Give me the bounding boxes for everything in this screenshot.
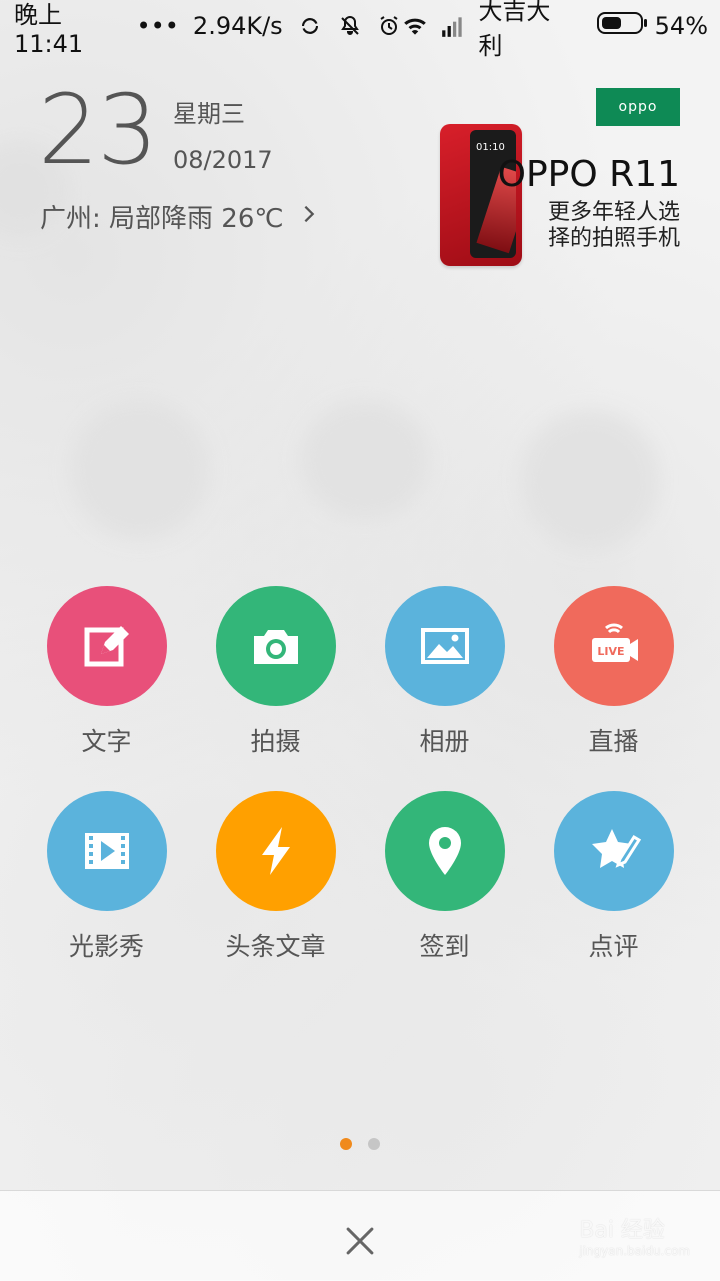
action-video-show[interactable]: 光影秀 (46, 791, 167, 996)
signal-icon (440, 12, 466, 40)
action-headline-article[interactable]: 头条文章 (215, 791, 336, 996)
close-button[interactable] (332, 1213, 388, 1269)
action-text-label: 文字 (81, 727, 132, 756)
weather-text: 广州: 局部降雨 26℃ (40, 204, 284, 234)
action-check-in-label: 签到 (419, 932, 470, 961)
status-more-dots: ••• (136, 12, 179, 40)
lightning-icon (261, 827, 290, 875)
review-icon (591, 829, 641, 868)
status-time: 晚上11:41 (14, 0, 84, 58)
mute-icon (337, 12, 363, 40)
baidu-watermark: Bai 经验 jingyan.baidu.com (579, 1212, 690, 1258)
action-album-circle (384, 586, 505, 706)
date-month-year: 08/2017 (173, 146, 273, 174)
action-check-in-circle (384, 791, 505, 911)
phone-image: 01:10 (440, 124, 522, 266)
action-headline-article-circle (215, 791, 336, 911)
status-bar: 晚上11:41 ••• 2.94K/s 大吉大利 54% (0, 0, 720, 60)
action-headline-article-label: 头条文章 (225, 932, 326, 961)
battery-icon (596, 12, 647, 40)
action-video-show-circle (46, 791, 167, 911)
status-net-speed: 2.94K/s (192, 12, 283, 40)
action-camera-label: 拍摄 (250, 727, 301, 756)
oppo-logo: oppo (596, 88, 680, 126)
action-text-circle (46, 586, 167, 706)
action-live-circle: LIVE (553, 586, 674, 706)
watermark-url: jingyan.baidu.com (579, 1244, 690, 1258)
action-review[interactable]: 点评 (553, 791, 674, 996)
chevron-right-icon (298, 202, 320, 232)
action-camera-circle (215, 586, 336, 706)
wifi-icon (402, 12, 428, 40)
alarm-icon (377, 12, 403, 40)
page-indicator (0, 1138, 720, 1150)
close-icon (346, 1227, 374, 1255)
battery-percent: 54% (654, 12, 708, 40)
ad-title: OPPO R11 (497, 154, 680, 195)
watermark-logo: Bai 经验 (579, 1218, 665, 1243)
action-text[interactable]: 文字 (46, 586, 167, 791)
location-icon (428, 827, 461, 875)
action-check-in[interactable]: 签到 (384, 791, 505, 996)
action-live-label: 直播 (588, 727, 639, 756)
edit-icon (84, 626, 129, 667)
video-icon (84, 833, 129, 869)
action-review-circle (553, 791, 674, 911)
action-review-label: 点评 (588, 932, 639, 961)
action-video-show-label: 光影秀 (68, 932, 144, 961)
phone-screen-time: 01:10 (476, 142, 505, 153)
ad-banner[interactable]: oppo 01:10 OPPO R11 更多年轻人选择的拍照手机 (438, 88, 682, 270)
ad-description: 更多年轻人选择的拍照手机 (547, 200, 680, 251)
status-carrier: 大吉大利 (478, 0, 551, 60)
date-day: 23 (38, 74, 158, 186)
camera-icon (253, 630, 298, 664)
date-weekday: 星期三 (173, 100, 245, 128)
page-dot (368, 1138, 380, 1150)
weather-link[interactable]: 广州: 局部降雨 26℃ (40, 198, 320, 235)
live-badge-text: LIVE (597, 645, 624, 658)
action-live[interactable]: LIVE 直播 (553, 586, 674, 791)
sync-icon (297, 12, 323, 40)
album-icon (420, 628, 469, 664)
action-camera[interactable]: 拍摄 (215, 586, 336, 791)
action-grid: 文字 拍摄 相册 LIVE 直播 光影秀 头条文章 签到 点评 (22, 586, 698, 996)
live-icon: LIVE (591, 623, 638, 662)
action-album[interactable]: 相册 (384, 586, 505, 791)
action-album-label: 相册 (419, 727, 470, 756)
page-dot (340, 1138, 352, 1150)
